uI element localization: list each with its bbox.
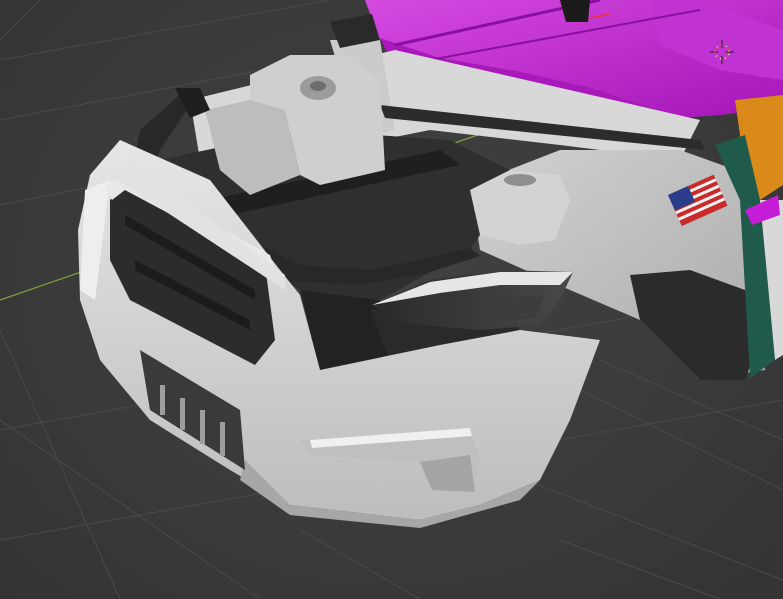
viewport-canvas[interactable] [0, 0, 783, 599]
3d-viewport[interactable] [0, 0, 783, 599]
